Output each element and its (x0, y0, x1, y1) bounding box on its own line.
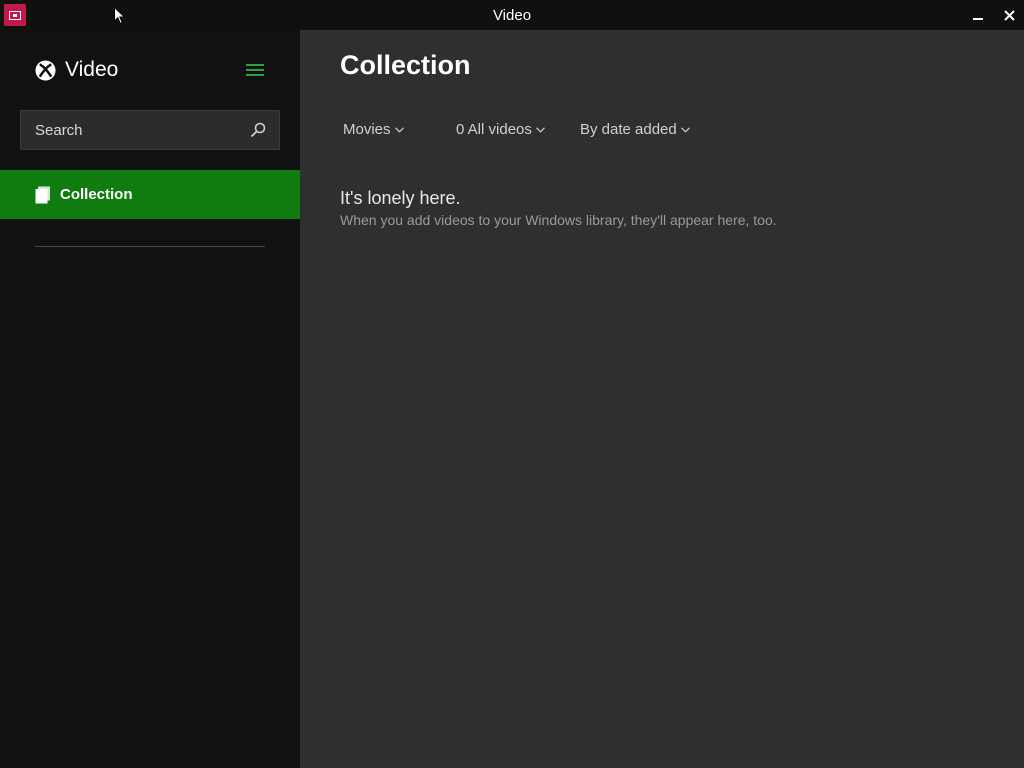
video-app-window: Video Video Search Collection Collection… (0, 0, 1024, 768)
sidebar-divider (35, 246, 265, 247)
search-box (20, 110, 280, 150)
search-icon[interactable] (243, 110, 273, 150)
sidebar-item-collection[interactable]: Collection (0, 170, 300, 219)
count-filter-label: 0 All videos (456, 121, 532, 138)
sort-dropdown[interactable]: By date added (580, 121, 690, 138)
type-filter-label: Movies (343, 121, 391, 138)
chevron-down-icon (680, 126, 690, 133)
count-filter-dropdown[interactable]: 0 All videos (456, 121, 580, 138)
xbox-logo-icon (35, 59, 56, 81)
hamburger-menu-icon[interactable] (246, 62, 264, 78)
brand: Video (35, 58, 118, 82)
sidebar-item-label: Collection (60, 186, 133, 203)
chevron-down-icon (394, 126, 404, 133)
search-input[interactable] (21, 111, 243, 149)
collection-icon (35, 186, 50, 203)
filter-bar: Movies 0 All videos By date added (343, 121, 690, 138)
brand-name: Video (65, 58, 119, 81)
type-filter-dropdown[interactable]: Movies (343, 121, 456, 138)
sidebar: Video Collection (0, 30, 300, 768)
empty-state-heading: It's lonely here. (340, 188, 461, 208)
minimize-button[interactable] (963, 0, 993, 30)
chevron-down-icon (535, 126, 545, 133)
mouse-cursor-icon (114, 7, 126, 25)
close-button[interactable] (994, 0, 1024, 30)
close-icon (1003, 9, 1015, 21)
title-bar: Video (0, 0, 1024, 30)
main-content: Collection Movies 0 All videos By date a… (300, 30, 1024, 768)
empty-state-message: When you add videos to your Windows libr… (340, 212, 777, 228)
window-title: Video (492, 7, 532, 24)
minimize-icon (973, 18, 983, 20)
sort-label: By date added (580, 121, 677, 138)
page-title: Collection (340, 50, 471, 80)
